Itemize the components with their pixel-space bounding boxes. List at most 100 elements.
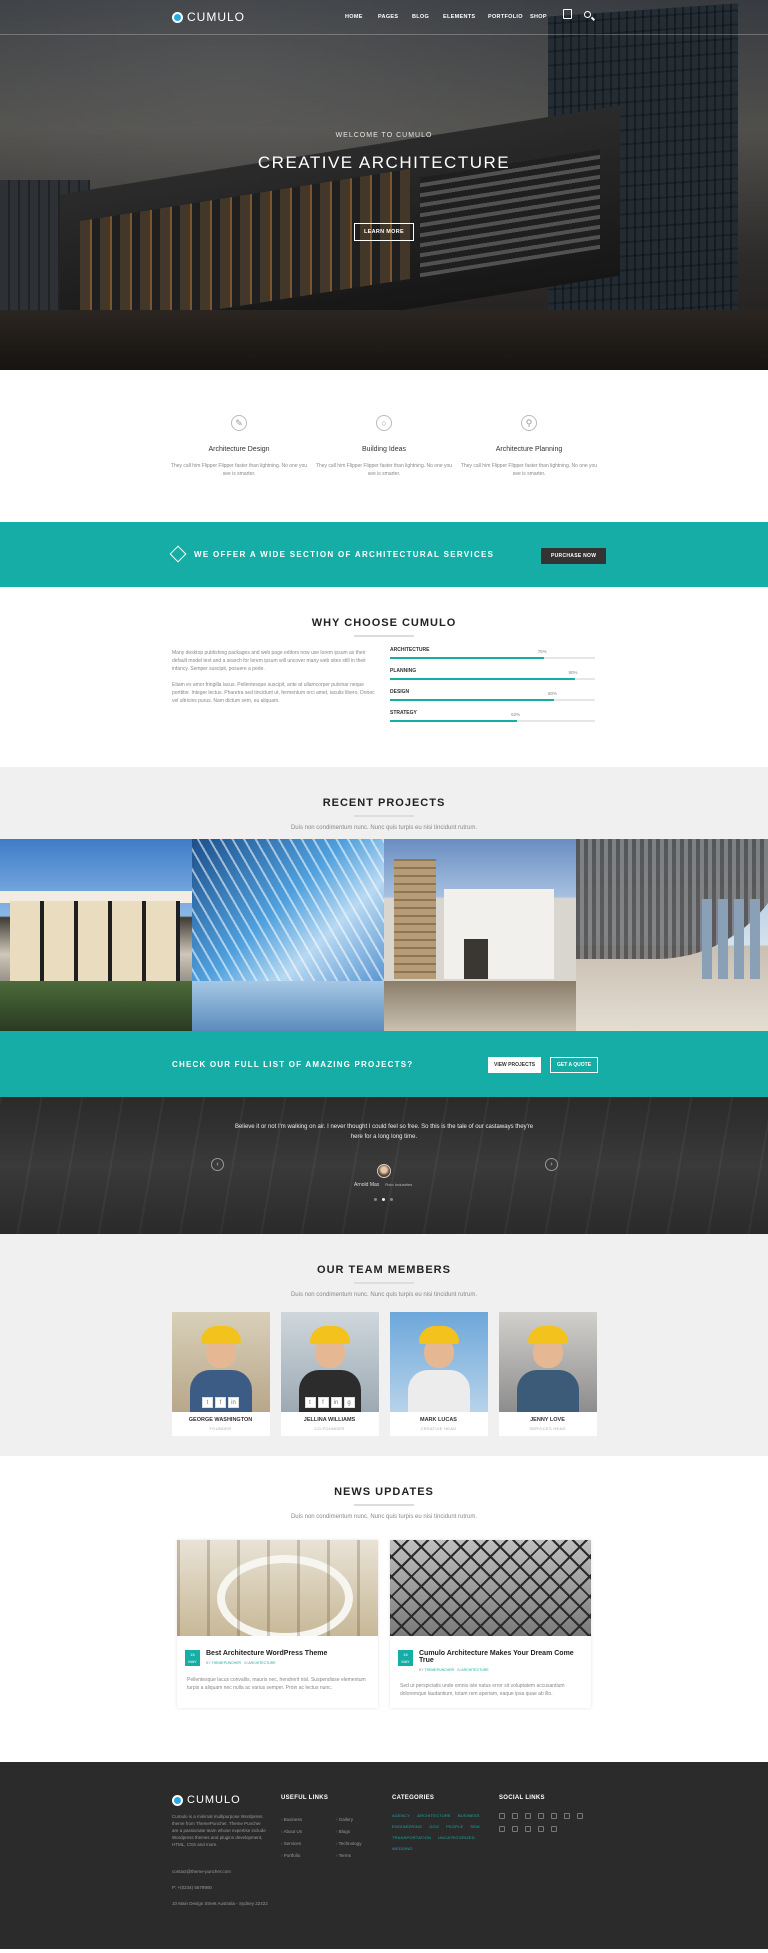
rss-icon[interactable] bbox=[538, 1826, 544, 1832]
nav-home[interactable]: HOME bbox=[345, 14, 378, 20]
post-author[interactable]: THEMEPUNCHER bbox=[212, 1661, 242, 1665]
site-logo[interactable]: CUMULO bbox=[172, 10, 245, 24]
services-cta-text: WE OFFER A WIDE SECTION OF ARCHITECTURAL… bbox=[194, 550, 495, 559]
nav-pages[interactable]: PAGES bbox=[378, 14, 412, 20]
post-byline: BY THEMEPUNCHER IN ARCHITECTURE bbox=[419, 1668, 489, 1672]
post-author[interactable]: THEMEPUNCHER bbox=[425, 1668, 455, 1672]
nav-portfolio[interactable]: PORTFOLIO bbox=[488, 14, 530, 20]
footer-logo[interactable]: CUMULO bbox=[172, 1794, 241, 1806]
google-plus-icon[interactable] bbox=[538, 1813, 544, 1819]
facebook-icon[interactable]: f bbox=[317, 1397, 329, 1408]
footer-link[interactable]: Terms bbox=[336, 1850, 361, 1862]
post-title[interactable]: Best Architecture WordPress Theme bbox=[206, 1650, 327, 1657]
compass-icon: ⚲ bbox=[521, 415, 537, 431]
feature-building-ideas: ○ Building Ideas They call him Flipper F… bbox=[312, 415, 457, 522]
post-day: 16 bbox=[190, 1652, 195, 1657]
skill-fill bbox=[390, 720, 518, 722]
footer-link[interactable]: Gallery bbox=[336, 1814, 361, 1826]
skill-bar-design: DESIGN 80% bbox=[390, 689, 595, 701]
linkedin-icon[interactable]: in bbox=[330, 1397, 342, 1408]
purchase-now-button[interactable]: PURCHASE NOW bbox=[541, 548, 607, 564]
member-role: FOUNDER bbox=[209, 1426, 232, 1431]
project-image-glass-dome[interactable] bbox=[192, 839, 384, 1031]
post-date-badge: 16 MAY bbox=[185, 1650, 200, 1666]
post-title[interactable]: Cumulo Architecture Makes Your Dream Com… bbox=[419, 1650, 581, 1664]
footer-link[interactable]: About Us bbox=[281, 1826, 303, 1838]
linkedin-icon[interactable] bbox=[525, 1813, 531, 1819]
why-choose-section: WHY CHOOSE CUMULO Many desktop publishin… bbox=[0, 587, 768, 767]
title-divider bbox=[354, 1504, 414, 1506]
category-tag[interactable]: WEDDING bbox=[392, 1846, 413, 1851]
nav-blog[interactable]: BLOG bbox=[412, 14, 443, 20]
chevron-right-icon[interactable]: › bbox=[545, 1158, 558, 1171]
project-image-modern-house[interactable] bbox=[0, 839, 192, 1031]
social-links-title: SOCIAL LINKS bbox=[499, 1795, 545, 1801]
youtube-icon[interactable] bbox=[512, 1826, 518, 1832]
post-image[interactable] bbox=[177, 1540, 378, 1636]
title-divider bbox=[354, 1282, 414, 1284]
footer-link[interactable]: Blogs bbox=[336, 1826, 361, 1838]
footer-link[interactable]: Technology bbox=[336, 1838, 362, 1850]
section-title: RECENT PROJECTS bbox=[322, 797, 446, 809]
logo-text: CUMULO bbox=[187, 10, 246, 24]
category-tag[interactable]: AGENCY bbox=[392, 1813, 410, 1818]
facebook-icon[interactable] bbox=[512, 1813, 518, 1819]
skill-fill bbox=[390, 678, 575, 680]
project-image-villa[interactable] bbox=[384, 839, 576, 1031]
category-tag[interactable]: TRANSPORTATION bbox=[392, 1835, 431, 1840]
search-icon[interactable] bbox=[584, 10, 591, 18]
team-section: OUR TEAM MEMBERS Duis non condimentum nu… bbox=[0, 1234, 768, 1456]
slider-dot[interactable] bbox=[374, 1198, 377, 1201]
nav-elements[interactable]: ELEMENTS bbox=[443, 14, 488, 20]
footer-logo-text: CUMULO bbox=[187, 1794, 241, 1806]
nav-shop[interactable]: SHOP bbox=[530, 14, 560, 20]
news-post-card: 16 MAY Best Architecture WordPress Theme … bbox=[177, 1540, 378, 1708]
member-photo bbox=[389, 1312, 488, 1412]
footer-link[interactable]: Business bbox=[281, 1814, 302, 1826]
main-navigation: CUMULO HOME PAGES BLOG ELEMENTS PORTFOLI… bbox=[0, 0, 768, 35]
slider-dot[interactable] bbox=[390, 1198, 393, 1201]
footer-link[interactable]: Services bbox=[281, 1838, 302, 1850]
project-image-city-canopy[interactable] bbox=[576, 839, 768, 1031]
category-tag[interactable]: GGG bbox=[429, 1824, 439, 1829]
facebook-icon[interactable]: f bbox=[215, 1397, 226, 1408]
skype-icon[interactable] bbox=[551, 1826, 557, 1832]
pinterest-icon[interactable] bbox=[551, 1813, 557, 1819]
member-photo bbox=[498, 1312, 597, 1412]
linkedin-icon[interactable]: in bbox=[228, 1397, 239, 1408]
post-category[interactable]: ARCHITECTURE bbox=[248, 1661, 275, 1665]
category-tag[interactable]: UNCATEGORIZED bbox=[438, 1835, 475, 1840]
get-a-quote-button[interactable]: GET A QUOTE bbox=[550, 1057, 599, 1073]
projects-gallery bbox=[0, 839, 768, 1031]
category-tag[interactable]: ENGINEERING bbox=[392, 1824, 422, 1829]
google-plus-icon[interactable]: g bbox=[343, 1397, 355, 1408]
vimeo-icon[interactable] bbox=[499, 1826, 505, 1832]
dribbble-icon[interactable] bbox=[564, 1813, 570, 1819]
feature-title: Architecture Design bbox=[208, 446, 270, 453]
category-tag[interactable]: PEOPLE bbox=[446, 1824, 463, 1829]
member-name: MARK LUCAS bbox=[420, 1417, 457, 1423]
instagram-icon[interactable] bbox=[577, 1813, 583, 1819]
post-month: MAY bbox=[188, 1659, 197, 1664]
post-image[interactable] bbox=[390, 1540, 591, 1636]
post-date-badge: 16 MAY bbox=[398, 1650, 413, 1666]
twitter-icon[interactable]: t bbox=[202, 1397, 213, 1408]
chevron-left-icon[interactable]: ‹ bbox=[211, 1158, 224, 1171]
view-projects-button[interactable]: VIEW PROJECTS bbox=[488, 1057, 542, 1073]
projects-cta-text: CHECK OUR FULL LIST OF AMAZING PROJECTS? bbox=[172, 1060, 414, 1069]
cart-icon[interactable] bbox=[563, 9, 572, 19]
category-tag[interactable]: ARCHITECTURE bbox=[417, 1813, 451, 1818]
site-footer: CUMULO Cumulo is a minimal multipurpose … bbox=[0, 1762, 768, 1949]
category-tag[interactable]: BUSINESS bbox=[458, 1813, 480, 1818]
slider-dot-active[interactable] bbox=[382, 1198, 385, 1201]
footer-link[interactable]: Portfolio bbox=[281, 1850, 302, 1862]
twitter-icon[interactable]: t bbox=[304, 1397, 316, 1408]
post-category[interactable]: ARCHITECTURE bbox=[461, 1668, 488, 1672]
learn-more-button[interactable]: LEARN MORE bbox=[354, 223, 414, 241]
category-tag[interactable]: SEM bbox=[470, 1824, 479, 1829]
flickr-icon[interactable] bbox=[525, 1826, 531, 1832]
feature-text: They call him Flipper Flipper faster tha… bbox=[460, 463, 598, 477]
twitter-icon[interactable] bbox=[499, 1813, 505, 1819]
testimonial-quote: Believe it or not I'm walking on air. I … bbox=[234, 1124, 534, 1140]
footer-email[interactable]: contact@theme-puncher.com bbox=[172, 1868, 268, 1875]
